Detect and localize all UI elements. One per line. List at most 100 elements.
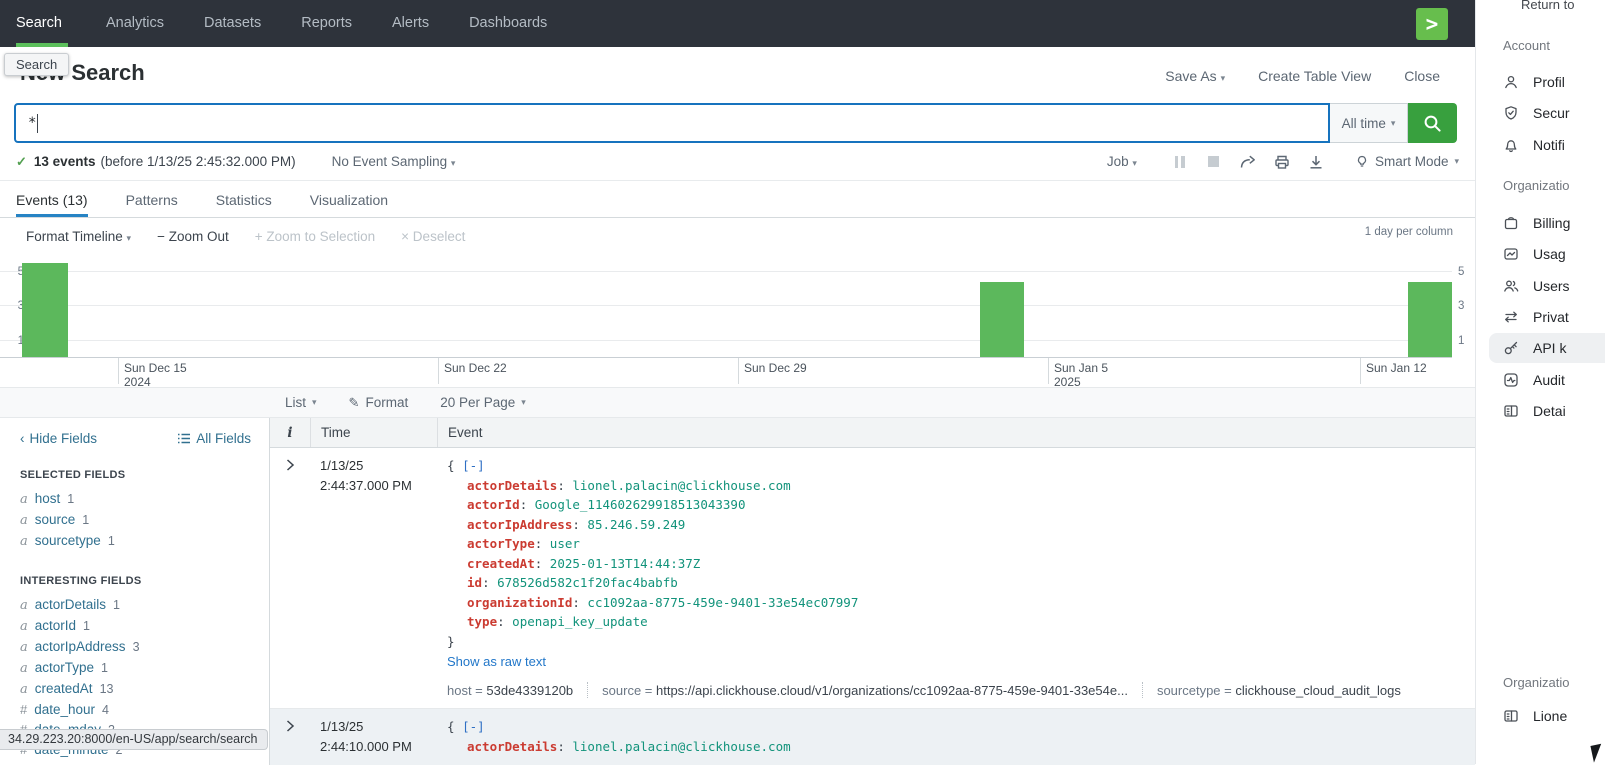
menu-item-label: Secur: [1533, 105, 1570, 121]
menu-item-privat[interactable]: Privat: [1503, 307, 1569, 327]
job-menu[interactable]: Job ▾: [1107, 154, 1137, 169]
json-pair: organizationId: cc1092aa-8775-459e-9401-…: [447, 593, 1475, 613]
timeline-bar[interactable]: [980, 282, 1024, 357]
save-as-button[interactable]: Save As ▾: [1165, 68, 1225, 84]
menu-item-label: Lione: [1533, 708, 1567, 724]
section-label-1: Organizatio: [1503, 178, 1569, 193]
menu-item-billing[interactable]: Billing: [1503, 213, 1570, 233]
json-colon: :: [482, 575, 497, 590]
menu-item-profil[interactable]: Profil: [1503, 72, 1565, 92]
list-view-dropdown[interactable]: List ▾: [285, 395, 317, 410]
menu-item-detai[interactable]: Detai: [1503, 401, 1566, 421]
nav-item-search[interactable]: Search: [16, 0, 86, 47]
stop-job-button[interactable]: [1197, 156, 1231, 167]
splunk-logo[interactable]: >: [1416, 8, 1448, 40]
close-button[interactable]: Close: [1404, 68, 1440, 84]
json-key: createdAt: [467, 556, 535, 571]
x-tick-label: Sun Dec 152024: [118, 361, 187, 389]
format-timeline-button[interactable]: Format Timeline ▾: [26, 229, 131, 244]
nav-item-alerts[interactable]: Alerts: [372, 0, 449, 47]
time-column-header: Time: [310, 418, 437, 447]
json-collapse-toggle[interactable]: [-]: [462, 458, 485, 473]
field-item-sourcetype[interactable]: asourcetype1: [20, 531, 251, 552]
nav-item-analytics[interactable]: Analytics: [86, 0, 184, 47]
field-item-source[interactable]: asource1: [20, 510, 251, 531]
bell-icon: [1503, 137, 1519, 153]
search-mode-dropdown[interactable]: Smart Mode ▾: [1355, 154, 1459, 169]
shield-icon: [1503, 105, 1519, 121]
event-cell: { [-]actorDetails: lionel.palacin@clickh…: [437, 717, 1475, 757]
tab-events[interactable]: Events (13): [16, 192, 88, 217]
share-job-button[interactable]: [1231, 153, 1265, 171]
field-item-actorDetails[interactable]: aactorDetails1: [20, 595, 251, 616]
field-type-icon: a: [20, 534, 28, 549]
menu-item-secur[interactable]: Secur: [1503, 103, 1570, 123]
event-sampling-dropdown[interactable]: No Event Sampling ▾: [332, 154, 456, 169]
field-item-actorId[interactable]: aactorId1: [20, 616, 251, 637]
timeline-bar[interactable]: [1408, 282, 1452, 357]
events-timeline-chart: 113355 Sun Dec 152024Sun Dec 22Sun Dec 2…: [0, 254, 1475, 387]
field-item-date_hour[interactable]: #date_hour4: [20, 700, 251, 720]
json-pair: actorType: user: [447, 534, 1475, 554]
field-item-host[interactable]: ahost1: [20, 489, 251, 510]
menu-item-audit[interactable]: Audit: [1503, 370, 1565, 390]
json-value: lionel.palacin@clickhouse.com: [572, 739, 790, 754]
menu-item-lione[interactable]: Lione: [1503, 706, 1567, 726]
text-caret: [37, 114, 38, 133]
timeline-granularity-label: 1 day per column: [1365, 226, 1453, 238]
field-name: date_hour: [34, 702, 95, 717]
event-field-sourcetype[interactable]: sourcetype = clickhouse_cloud_audit_logs: [1157, 683, 1401, 698]
field-item-actorIpAddress[interactable]: aactorIpAddress3: [20, 637, 251, 658]
timeline-bar[interactable]: [22, 263, 68, 357]
json-collapse-toggle[interactable]: [-]: [462, 719, 485, 734]
-zoom-out-button[interactable]: − Zoom Out: [157, 229, 229, 244]
per-page-dropdown[interactable]: 20 Per Page ▾: [440, 395, 526, 410]
key-icon: [1503, 340, 1519, 356]
menu-item-usag[interactable]: Usag: [1503, 244, 1566, 264]
x-tick-label-line1: Sun Dec 15: [124, 361, 187, 375]
print-button[interactable]: [1265, 153, 1299, 171]
hide-fields-button[interactable]: ‹ Hide Fields: [20, 431, 97, 446]
all-fields-button[interactable]: All Fields: [177, 431, 251, 446]
nav-item-dashboards[interactable]: Dashboards: [449, 0, 567, 47]
field-item-createdAt[interactable]: acreatedAt13: [20, 679, 251, 700]
time-range-picker[interactable]: All time ▾: [1330, 103, 1408, 143]
x-tick-label: Sun Jan 52025: [1048, 361, 1108, 389]
nav-item-datasets[interactable]: Datasets: [184, 0, 281, 47]
json-pair: actorId: Google_114602629918513043390: [447, 495, 1475, 515]
json-pair: actorDetails: lionel.palacin@clickhouse.…: [447, 737, 1475, 757]
show-raw-text-link[interactable]: Show as raw text: [447, 654, 1475, 669]
field-item-actorType[interactable]: aactorType1: [20, 658, 251, 679]
event-json: { [-]actorDetails: lionel.palacin@clickh…: [447, 456, 1475, 651]
fields-sidebar-header: ‹ Hide Fields All Fields: [20, 431, 251, 446]
menu-item-users[interactable]: Users: [1503, 276, 1570, 296]
timeline-plot-area[interactable]: 113355: [0, 259, 1452, 358]
interesting-fields-title: INTERESTING FIELDS: [20, 575, 251, 587]
search-icon: [1423, 114, 1442, 133]
nav-item-reports[interactable]: Reports: [281, 0, 372, 47]
menu-item-label: Billing: [1533, 215, 1570, 231]
search-input[interactable]: *: [14, 103, 1330, 143]
timeline-controls: Format Timeline ▾− Zoom Out+ Zoom to Sel…: [0, 218, 1475, 254]
expand-event-button[interactable]: [270, 456, 310, 698]
format-button[interactable]: ✎ Format: [349, 395, 409, 411]
tab-patterns[interactable]: Patterns: [126, 192, 178, 217]
export-button[interactable]: [1299, 153, 1333, 171]
menu-item-apik[interactable]: API k: [1503, 338, 1566, 358]
pause-job-button[interactable]: [1163, 156, 1197, 168]
event-field-host[interactable]: host = 53de4339120b: [447, 683, 573, 698]
json-pair: actorIpAddress: 85.246.59.249: [447, 515, 1475, 535]
page-header: New Search Save As ▾Create Table ViewClo…: [0, 47, 1475, 103]
json-value: 2025-01-13T14:44:37Z: [550, 556, 701, 571]
tab-visualization[interactable]: Visualization: [310, 192, 388, 217]
field-separator: [587, 682, 588, 698]
create-table-view-button[interactable]: Create Table View: [1258, 68, 1371, 84]
search-submit-button[interactable]: [1408, 103, 1457, 143]
tab-statistics[interactable]: Statistics: [216, 192, 272, 217]
return-to-link[interactable]: Return to: [1521, 0, 1574, 12]
event-field-source[interactable]: source = https://api.clickhouse.cloud/v1…: [602, 683, 1128, 698]
menu-item-notifi[interactable]: Notifi: [1503, 135, 1565, 155]
chevron-down-icon: ▾: [521, 397, 526, 408]
expand-event-button[interactable]: [270, 717, 310, 757]
chevron-right-icon: [286, 720, 295, 732]
